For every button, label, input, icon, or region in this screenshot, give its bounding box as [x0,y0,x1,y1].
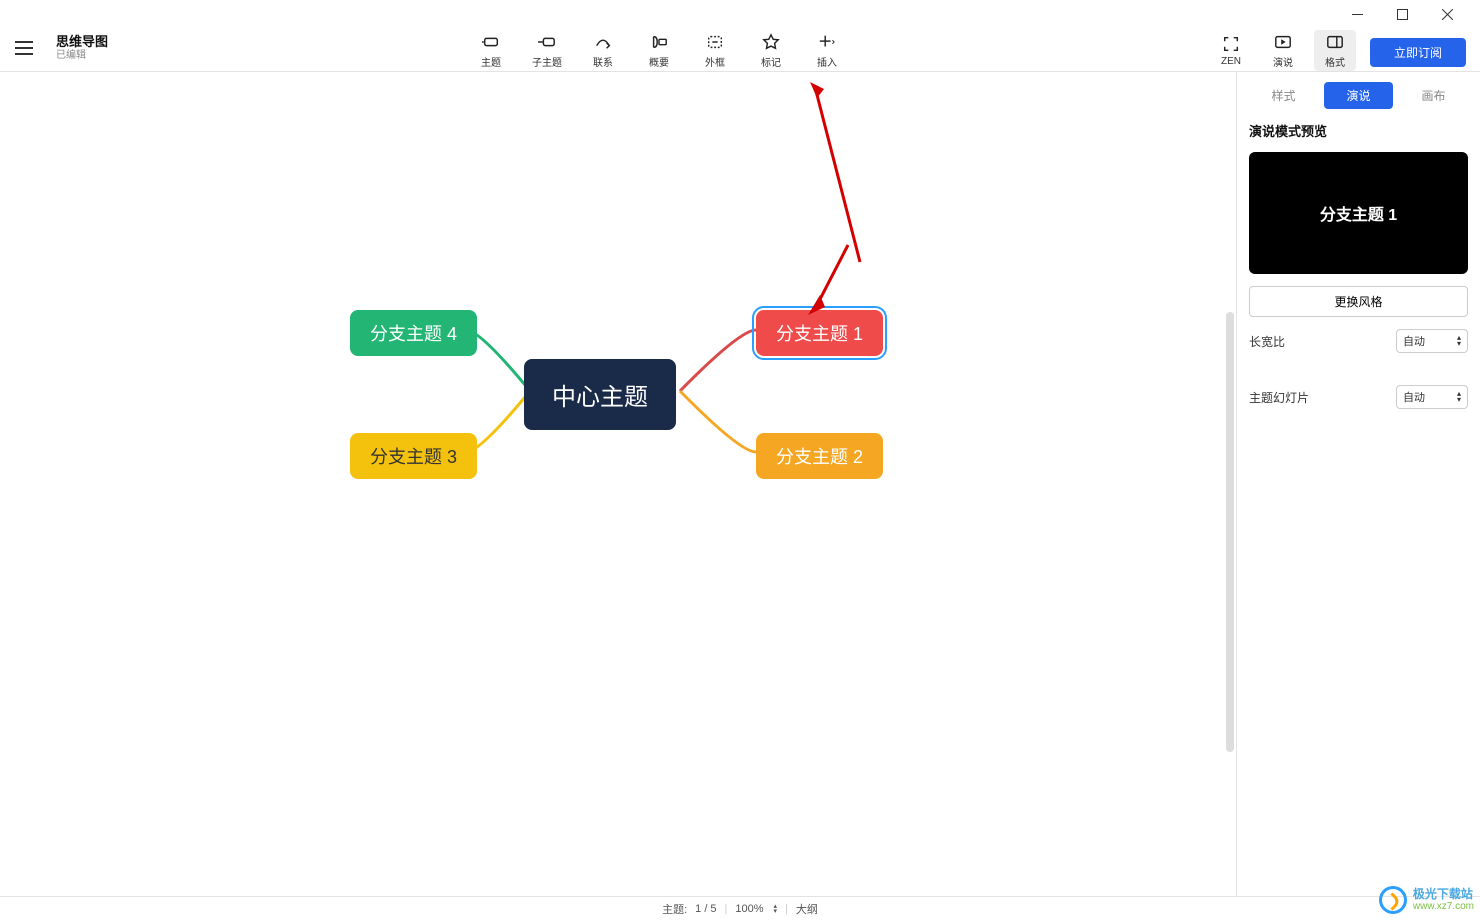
document-status: 已编辑 [56,50,108,62]
topic-slide-select[interactable]: 自动 [1396,385,1468,409]
preview-text: 分支主题 1 [1320,201,1397,225]
toolbar-label: 标记 [761,54,781,69]
toolbar-label: 格式 [1325,54,1345,69]
document-title: 思维导图 [56,34,108,50]
zoom-level[interactable]: 100% [735,903,763,915]
topic-count-value: 1 / 5 [695,903,716,915]
aspect-ratio-label: 长宽比 [1249,333,1285,350]
annotation-arrow-icon [808,237,858,317]
watermark-line2: www.xz7.com [1413,901,1474,912]
topic-count-label: 主题: [662,901,687,917]
maximize-button[interactable] [1380,0,1425,28]
tab-canvas[interactable]: 画布 [1399,82,1468,109]
toolbar-format-button[interactable]: 格式 [1314,30,1356,71]
change-style-button[interactable]: 更换风格 [1249,286,1468,317]
document-title-block: 思维导图 已编辑 [56,34,108,62]
watermark-logo-icon [1379,886,1407,914]
toolbar-label: 演说 [1273,54,1293,69]
toolbar-boundary-button[interactable]: 外框 [692,30,738,71]
subtopic-icon [538,32,556,52]
watermark: 极光下载站 www.xz7.com [1379,886,1474,914]
annotation-arrow-icon [810,82,870,272]
menu-button[interactable] [10,34,38,62]
toolbar-present-button[interactable]: 演说 [1262,30,1304,71]
relation-icon [594,32,612,52]
zen-icon [1222,34,1240,54]
mindmap-branch-1[interactable]: 分支主题 1 [756,310,883,356]
zoom-stepper-icon[interactable]: ▴▾ [774,904,778,914]
canvas[interactable]: 中心主题 分支主题 4 分支主题 3 分支主题 1 分支主题 2 [0,72,1236,896]
minimize-button[interactable] [1335,0,1380,28]
toolbar-label: ZEN [1221,56,1241,67]
present-icon [1274,32,1292,52]
chevron-updown-icon [1457,391,1461,403]
aspect-ratio-value: 自动 [1403,333,1425,349]
chevron-updown-icon [1457,335,1461,347]
toolbar-label: 外框 [705,54,725,69]
window-titlebar [0,0,1480,28]
toolbar-label: 插入 [817,54,837,69]
scrollbar[interactable] [1226,312,1236,752]
insert-icon [818,32,836,52]
topic-slide-label: 主题幻灯片 [1249,389,1309,406]
marker-icon [762,32,780,52]
sidebar: 样式 演说 画布 演说模式预览 分支主题 1 更换风格 长宽比 自动 主题幻灯片… [1236,72,1480,896]
toolbar-subtopic-button[interactable]: 子主题 [524,30,570,71]
mindmap-branch-2[interactable]: 分支主题 2 [756,433,883,479]
toolbar-label: 主题 [481,54,501,69]
toolbar-label: 联系 [593,54,613,69]
format-icon [1326,32,1344,52]
close-button[interactable] [1425,0,1470,28]
mindmap-branch-4[interactable]: 分支主题 4 [350,310,477,356]
toolbar-marker-button[interactable]: 标记 [748,30,794,71]
summary-icon [650,32,668,52]
topic-slide-value: 自动 [1403,389,1425,405]
mindmap-center-node[interactable]: 中心主题 [524,359,676,430]
outline-toggle[interactable]: 大纲 [796,901,818,917]
toolbar: 思维导图 已编辑 主题 子主题 联系 概要 外框 标记 [0,28,1480,72]
aspect-ratio-select[interactable]: 自动 [1396,329,1468,353]
toolbar-zen-button[interactable]: ZEN [1210,32,1252,69]
statusbar: 主题: 1 / 5 | 100% ▴▾ | 大纲 [0,896,1480,920]
boundary-icon [706,32,724,52]
main: 中心主题 分支主题 4 分支主题 3 分支主题 1 分支主题 2 样式 演说 画… [0,72,1480,896]
toolbar-label: 子主题 [532,54,562,69]
preview-label: 演说模式预览 [1249,121,1468,140]
tab-present[interactable]: 演说 [1324,82,1393,109]
topic-icon [482,32,500,52]
toolbar-relation-button[interactable]: 联系 [580,30,626,71]
toolbar-insert-button[interactable]: 插入 [804,30,850,71]
mindmap-branch-3[interactable]: 分支主题 3 [350,433,477,479]
watermark-line1: 极光下载站 [1413,888,1474,901]
tab-style[interactable]: 样式 [1249,82,1318,109]
toolbar-summary-button[interactable]: 概要 [636,30,682,71]
preview-thumbnail[interactable]: 分支主题 1 [1249,152,1468,274]
sidebar-tabs: 样式 演说 画布 [1249,82,1468,109]
toolbar-label: 概要 [649,54,669,69]
subscribe-button[interactable]: 立即订阅 [1370,38,1466,67]
toolbar-topic-button[interactable]: 主题 [468,30,514,71]
